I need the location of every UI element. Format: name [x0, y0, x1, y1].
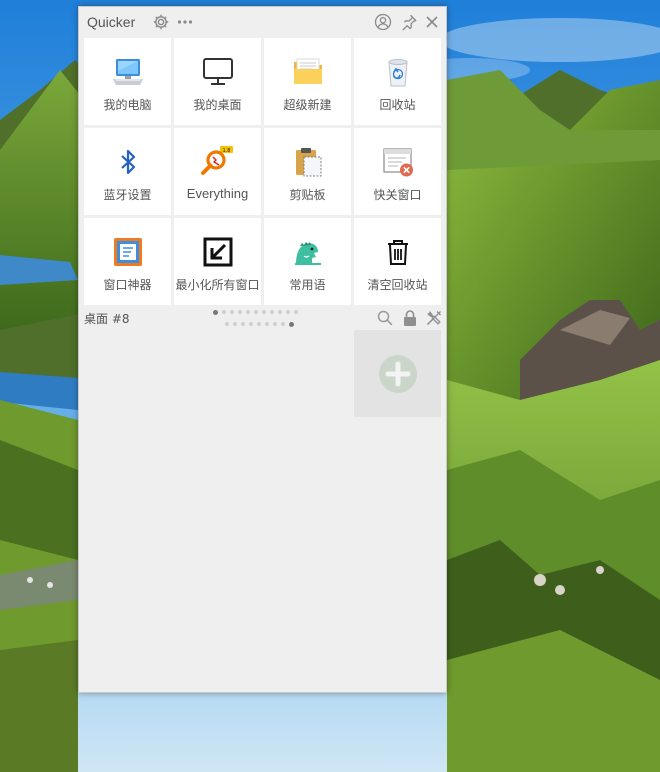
minimize-arrow-icon — [200, 234, 236, 270]
tile-label: 我的电脑 — [103, 98, 152, 112]
close-window-icon — [380, 144, 416, 180]
page-dot[interactable] — [246, 310, 250, 314]
clipboard-icon — [290, 144, 326, 180]
everything-search-icon: 1.8 — [200, 144, 236, 180]
tile-everything[interactable]: 1.8 Everything — [174, 128, 261, 215]
tile-clipboard[interactable]: 剪贴板 — [264, 128, 351, 215]
tile-my-desktop[interactable]: 我的桌面 — [174, 38, 261, 125]
page-dot[interactable] — [213, 309, 218, 315]
page-dot[interactable] — [257, 322, 261, 326]
page-dot[interactable] — [230, 310, 234, 314]
tile-bluetooth-settings[interactable]: 蓝牙设置 — [84, 128, 171, 215]
page-dot[interactable] — [222, 310, 226, 314]
bluetooth-icon — [110, 144, 146, 180]
page-dot[interactable] — [265, 322, 269, 326]
tile-label: 窗口神器 — [103, 278, 152, 292]
tile-label: 我的桌面 — [193, 98, 242, 112]
trash-icon — [380, 234, 416, 270]
page-dot[interactable] — [270, 310, 274, 314]
tile-label: 常用语 — [289, 278, 326, 292]
close-icon[interactable] — [423, 13, 441, 31]
page-dot[interactable] — [281, 322, 285, 326]
add-circle-icon — [378, 354, 417, 393]
tile-minimize-all-windows[interactable]: 最小化所有窗口 — [174, 218, 261, 305]
quicker-panel: Quicker 我的电脑 我的桌面 超级新建 回收站 蓝牙设置 1.8 Ever… — [78, 6, 447, 693]
more-icon[interactable] — [176, 13, 194, 31]
computer-icon — [110, 54, 146, 90]
tile-quick-close-window[interactable]: 快关窗口 — [354, 128, 441, 215]
tile-my-computer[interactable]: 我的电脑 — [84, 38, 171, 125]
page-dot[interactable] — [225, 322, 229, 326]
tile-label: 回收站 — [379, 98, 416, 112]
page-dot[interactable] — [294, 310, 298, 314]
status-bar: 桌面 #8 — [79, 307, 446, 329]
page-dot[interactable] — [273, 322, 277, 326]
pin-icon[interactable] — [400, 13, 418, 31]
account-icon[interactable] — [374, 13, 392, 31]
page-indicator — [213, 308, 313, 328]
lock-icon[interactable] — [401, 309, 419, 327]
page-dot[interactable] — [262, 310, 266, 314]
page-dot[interactable] — [278, 310, 282, 314]
page-dot[interactable] — [289, 321, 294, 327]
gear-icon[interactable] — [152, 13, 170, 31]
tile-label: 蓝牙设置 — [103, 188, 152, 202]
tile-common-phrases[interactable]: 常用语 — [264, 218, 351, 305]
recycle-bin-icon — [380, 54, 416, 90]
page-dot[interactable] — [286, 310, 290, 314]
tile-label: Everything — [186, 186, 249, 201]
dinosaur-icon — [290, 234, 326, 270]
tile-recycle-bin[interactable]: 回收站 — [354, 38, 441, 125]
tile-label: 剪贴板 — [289, 188, 326, 202]
page-dot[interactable] — [249, 322, 253, 326]
tile-window-tool[interactable]: 窗口神器 — [84, 218, 171, 305]
tile-label: 快关窗口 — [373, 188, 422, 202]
tile-label: 超级新建 — [283, 98, 332, 112]
page-dot[interactable] — [241, 322, 245, 326]
add-action-button[interactable] — [354, 330, 441, 417]
folder-icon — [290, 54, 326, 90]
app-title: Quicker — [87, 14, 136, 30]
svg-text:1.8: 1.8 — [222, 148, 230, 154]
page-dot[interactable] — [238, 310, 242, 314]
tile-label: 最小化所有窗口 — [175, 278, 260, 292]
tile-empty-recycle-bin[interactable]: 清空回收站 — [354, 218, 441, 305]
monitor-icon — [200, 54, 236, 90]
tile-label: 清空回收站 — [367, 278, 428, 292]
search-icon[interactable] — [376, 309, 394, 327]
window-tool-icon — [110, 234, 146, 270]
tools-icon[interactable] — [425, 309, 443, 327]
title-bar[interactable]: Quicker — [79, 7, 446, 37]
action-grid: 我的电脑 我的桌面 超级新建 回收站 蓝牙设置 1.8 Everything 剪… — [84, 38, 441, 305]
page-dot[interactable] — [233, 322, 237, 326]
page-label: 桌面 #8 — [84, 312, 130, 326]
page-dot[interactable] — [254, 310, 258, 314]
tile-super-new[interactable]: 超级新建 — [264, 38, 351, 125]
